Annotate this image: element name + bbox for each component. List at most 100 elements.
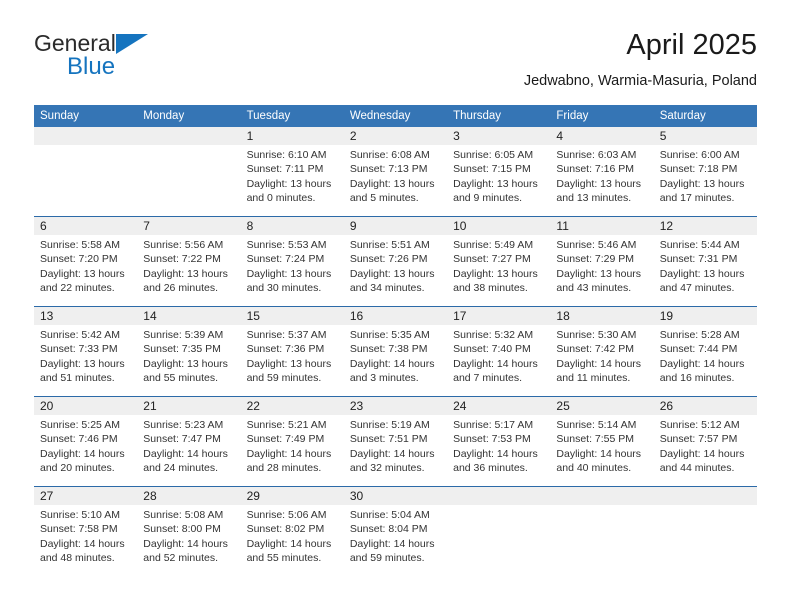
calendar-day-cell[interactable]: 26 Sunrise: 5:12 AM Sunset: 7:57 PM Dayligh… <box>653 396 757 487</box>
day-number: 13 <box>34 307 138 325</box>
calendar-day-cell[interactable]: 2 Sunrise: 6:08 AM Sunset: 7:13 PM Daylight… <box>343 127 448 217</box>
calendar-day-cell[interactable]: 5 Sunrise: 6:00 AM Sunset: 7:18 PM Daylight… <box>653 127 757 217</box>
calendar-day-cell[interactable]: 12 Sunrise: 5:44 AM Sunset: 7:31 PM Dayligh… <box>653 216 757 307</box>
day-cell-inner: 8 Sunrise: 5:53 AM Sunset: 7:24 PM Daylight… <box>240 217 344 306</box>
day-daylight-l2-text: and 59 minutes. <box>246 371 322 384</box>
day-daylight-l2-text: and 22 minutes. <box>40 281 115 294</box>
calendar-day-cell[interactable]: 30 Sunrise: 5:04 AM Sunset: 8:04 PM Dayligh… <box>343 486 448 576</box>
calendar-header-row-group: Sunday Monday Tuesday Wednesday Thursday… <box>34 105 757 127</box>
day-details: Sunrise: 5:06 AM Sunset: 8:02 PM Daylight:… <box>241 505 344 565</box>
calendar-day-cell[interactable]: 3 Sunrise: 6:05 AM Sunset: 7:15 PM Daylight… <box>447 127 551 217</box>
day-sunrise-text: Sunrise: 5:56 AM <box>143 239 224 251</box>
day-sunrise-text: Sunrise: 5:08 AM <box>143 509 224 521</box>
calendar-day-cell[interactable]: 27 Sunrise: 5:10 AM Sunset: 7:58 PM Dayligh… <box>34 486 138 576</box>
calendar-day-cell[interactable]: 1 Sunrise: 6:10 AM Sunset: 7:11 PM Daylight… <box>240 127 344 217</box>
day-cell-inner: 13 Sunrise: 5:42 AM Sunset: 7:33 PM Dayligh… <box>34 307 138 396</box>
calendar-day-cell[interactable]: 4 Sunrise: 6:03 AM Sunset: 7:16 PM Daylight… <box>550 127 654 217</box>
day-sunset-text: Sunset: 7:20 PM <box>40 253 118 266</box>
day-number: 17 <box>447 307 551 325</box>
calendar-day-cell[interactable]: 15 Sunrise: 5:37 AM Sunset: 7:36 PM Dayligh… <box>240 306 344 397</box>
day-sunrise-text: Sunrise: 5:58 AM <box>40 239 120 251</box>
day-daylight-l2-text: and 11 minutes. <box>556 371 631 384</box>
brand-logo[interactable]: General Blue <box>34 30 234 90</box>
weekday-header-thursday: Thursday <box>447 105 551 127</box>
calendar-day-cell[interactable]: 20 Sunrise: 5:25 AM Sunset: 7:46 PM Dayligh… <box>34 396 138 487</box>
day-daylight-l1-text: Daylight: 14 hours <box>40 447 125 460</box>
day-sunset-text: Sunset: 7:31 PM <box>659 253 738 266</box>
day-daylight-l1-text: Daylight: 14 hours <box>453 447 538 460</box>
calendar-day-cell[interactable]: 25 Sunrise: 5:14 AM Sunset: 7:55 PM Dayligh… <box>550 396 654 487</box>
day-number: 10 <box>447 217 551 235</box>
calendar-day-cell[interactable]: 13 Sunrise: 5:42 AM Sunset: 7:33 PM Dayligh… <box>34 306 138 397</box>
day-daylight-l2-text: and 32 minutes. <box>349 461 425 474</box>
calendar-day-cell-empty <box>447 486 551 576</box>
day-sunset-text: Sunset: 7:29 PM <box>556 253 635 266</box>
day-daylight-l2-text: and 44 minutes. <box>659 461 735 474</box>
weekday-header-friday: Friday <box>550 105 654 127</box>
calendar-day-cell-empty <box>653 486 757 576</box>
day-cell-inner: 30 Sunrise: 5:04 AM Sunset: 8:04 PM Dayligh… <box>343 487 448 576</box>
calendar-day-cell[interactable]: 7 Sunrise: 5:56 AM Sunset: 7:22 PM Daylight… <box>137 216 241 307</box>
calendar-day-cell[interactable]: 6 Sunrise: 5:58 AM Sunset: 7:20 PM Daylight… <box>34 216 138 307</box>
day-sunset-text: Sunset: 7:47 PM <box>143 433 221 446</box>
day-daylight-l2-text: and 55 minutes. <box>143 371 218 384</box>
day-daylight-l1-text: Daylight: 14 hours <box>349 537 435 550</box>
calendar-day-cell[interactable]: 28 Sunrise: 5:08 AM Sunset: 8:00 PM Dayligh… <box>137 486 241 576</box>
day-sunrise-text: Sunrise: 6:00 AM <box>659 149 740 161</box>
day-sunrise-text: Sunrise: 5:44 AM <box>659 239 740 251</box>
day-daylight-l2-text: and 24 minutes. <box>143 461 218 474</box>
day-cell-inner: 15 Sunrise: 5:37 AM Sunset: 7:36 PM Dayligh… <box>240 307 344 396</box>
calendar-day-cell[interactable]: 23 Sunrise: 5:19 AM Sunset: 7:51 PM Dayligh… <box>343 396 448 487</box>
weekday-header-row: Sunday Monday Tuesday Wednesday Thursday… <box>34 105 757 127</box>
day-cell-inner: 6 Sunrise: 5:58 AM Sunset: 7:20 PM Daylight… <box>34 217 138 306</box>
day-sunrise-text: Sunrise: 6:03 AM <box>556 149 637 161</box>
day-details: Sunrise: 6:08 AM Sunset: 7:13 PM Daylight:… <box>344 145 447 205</box>
day-sunrise-text: Sunrise: 5:37 AM <box>246 329 327 341</box>
calendar-day-cell[interactable]: 21 Sunrise: 5:23 AM Sunset: 7:47 PM Dayligh… <box>137 396 241 487</box>
calendar-day-cell[interactable]: 16 Sunrise: 5:35 AM Sunset: 7:38 PM Dayligh… <box>343 306 448 397</box>
day-number: 2 <box>343 127 448 145</box>
calendar-day-cell[interactable]: 29 Sunrise: 5:06 AM Sunset: 8:02 PM Dayligh… <box>240 486 344 576</box>
day-details: Sunrise: 5:39 AM Sunset: 7:35 PM Daylight:… <box>137 325 240 385</box>
day-details: Sunrise: 6:00 AM Sunset: 7:18 PM Daylight:… <box>654 145 757 205</box>
page-header: General Blue April 2025 Jedwabno, Warmia… <box>34 28 757 98</box>
calendar-day-cell[interactable]: 18 Sunrise: 5:30 AM Sunset: 7:42 PM Dayligh… <box>550 306 654 397</box>
day-sunset-text: Sunset: 8:00 PM <box>143 523 221 536</box>
day-daylight-l1-text: Daylight: 13 hours <box>349 267 435 280</box>
calendar-day-cell[interactable]: 9 Sunrise: 5:51 AM Sunset: 7:26 PM Daylight… <box>343 216 448 307</box>
calendar-day-cell[interactable]: 24 Sunrise: 5:17 AM Sunset: 7:53 PM Dayligh… <box>447 396 551 487</box>
day-cell-inner: 22 Sunrise: 5:21 AM Sunset: 7:49 PM Dayligh… <box>240 397 344 486</box>
day-number: 19 <box>653 307 757 325</box>
title-block: April 2025 Jedwabno, Warmia-Masuria, Pol… <box>524 28 757 91</box>
day-daylight-l1-text: Daylight: 13 hours <box>246 267 332 280</box>
day-daylight-l1-text: Daylight: 13 hours <box>143 357 228 370</box>
calendar-day-cell[interactable]: 14 Sunrise: 5:39 AM Sunset: 7:35 PM Dayligh… <box>137 306 241 397</box>
calendar-day-cell[interactable]: 10 Sunrise: 5:49 AM Sunset: 7:27 PM Dayligh… <box>447 216 551 307</box>
day-number: 8 <box>240 217 344 235</box>
calendar-table: Sunday Monday Tuesday Wednesday Thursday… <box>34 105 757 576</box>
day-sunset-text: Sunset: 7:24 PM <box>246 253 325 266</box>
calendar-week-row: 13 Sunrise: 5:42 AM Sunset: 7:33 PM Dayligh… <box>34 306 757 397</box>
day-daylight-l1-text: Daylight: 13 hours <box>246 177 332 190</box>
weekday-header-tuesday: Tuesday <box>240 105 344 127</box>
calendar-day-cell[interactable]: 8 Sunrise: 5:53 AM Sunset: 7:24 PM Daylight… <box>240 216 344 307</box>
day-sunrise-text: Sunrise: 5:25 AM <box>40 419 120 431</box>
calendar-day-cell[interactable]: 19 Sunrise: 5:28 AM Sunset: 7:44 PM Dayligh… <box>653 306 757 397</box>
day-daylight-l2-text: and 28 minutes. <box>246 461 322 474</box>
day-daylight-l2-text: and 36 minutes. <box>453 461 528 474</box>
day-daylight-l1-text: Daylight: 14 hours <box>143 537 228 550</box>
day-daylight-l1-text: Daylight: 14 hours <box>659 357 745 370</box>
day-sunset-text: Sunset: 7:36 PM <box>246 343 325 356</box>
day-daylight-l2-text: and 40 minutes. <box>556 461 632 474</box>
day-cell-inner: 11 Sunrise: 5:46 AM Sunset: 7:29 PM Dayligh… <box>550 217 654 306</box>
calendar-body: 1 Sunrise: 6:10 AM Sunset: 7:11 PM Daylight… <box>34 127 757 576</box>
day-details: Sunrise: 5:14 AM Sunset: 7:55 PM Daylight:… <box>550 415 653 475</box>
calendar-day-cell[interactable]: 17 Sunrise: 5:32 AM Sunset: 7:40 PM Dayligh… <box>447 306 551 397</box>
day-sunset-text: Sunset: 7:33 PM <box>40 343 118 356</box>
calendar-day-cell[interactable]: 11 Sunrise: 5:46 AM Sunset: 7:29 PM Dayligh… <box>550 216 654 307</box>
day-details: Sunrise: 5:04 AM Sunset: 8:04 PM Daylight:… <box>344 505 447 565</box>
day-details: Sunrise: 5:17 AM Sunset: 7:53 PM Daylight:… <box>447 415 550 475</box>
day-number: 21 <box>137 397 241 415</box>
day-number: 9 <box>343 217 448 235</box>
calendar-day-cell[interactable]: 22 Sunrise: 5:21 AM Sunset: 7:49 PM Dayligh… <box>240 396 344 487</box>
